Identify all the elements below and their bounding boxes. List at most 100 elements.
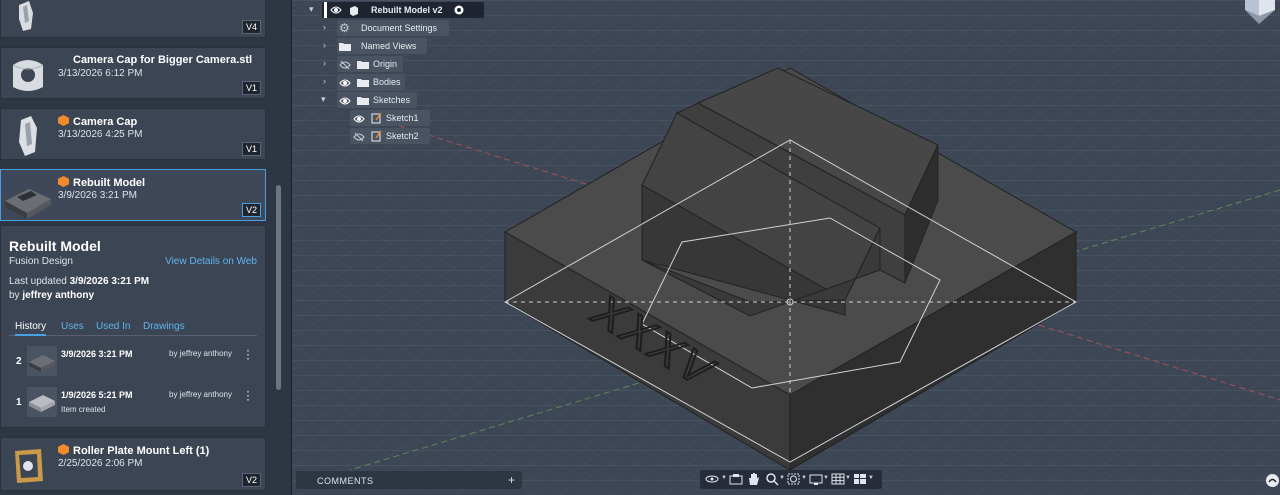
document-icon xyxy=(350,6,358,16)
tab-history[interactable]: History xyxy=(15,321,47,336)
orbit-icon[interactable] xyxy=(704,472,720,486)
history-author: by jeffrey anthony xyxy=(169,349,233,358)
file-title: Camera Cap xyxy=(58,115,137,128)
tab-drawings[interactable]: Drawings xyxy=(143,321,185,332)
history-row[interactable]: 1 1/9/2026 5:21 PM Item created by jeffr… xyxy=(9,385,257,421)
view-cube[interactable] xyxy=(1239,0,1280,28)
details-subtitle: Fusion Design xyxy=(9,256,73,267)
file-date: 3/13/2026 6:12 PM xyxy=(58,68,143,79)
design-icon xyxy=(58,115,69,126)
model-canvas: XXXV xyxy=(292,0,1280,495)
panel-scrollbar[interactable] xyxy=(276,185,281,390)
folder-icon xyxy=(357,79,369,87)
display-settings-icon[interactable] xyxy=(808,472,824,486)
history-note: Item created xyxy=(61,405,106,414)
file-title: Rebuilt Model xyxy=(58,176,145,189)
viewports-icon[interactable] xyxy=(852,472,868,486)
file-card-camera-cap-bigger[interactable]: Camera Cap for Bigger Camera.stl 3/13/20… xyxy=(0,47,266,99)
expand-caret-icon[interactable]: › xyxy=(323,58,326,68)
zoom-icon[interactable] xyxy=(764,472,780,486)
file-thumbnail xyxy=(5,189,51,219)
file-card-roller-plate[interactable]: Roller Plate Mount Left (1) 2/25/2026 2:… xyxy=(0,437,266,491)
eye-icon[interactable] xyxy=(330,5,342,15)
browser-item-label: Sketch1 xyxy=(386,113,419,123)
file-thumbnail xyxy=(15,449,43,483)
file-thumbnail xyxy=(19,1,33,31)
add-comment-button[interactable]: + xyxy=(508,473,515,487)
folder-icon xyxy=(357,61,369,69)
more-options-icon[interactable]: · · · xyxy=(245,385,251,405)
details-title: Rebuilt Model xyxy=(9,238,101,254)
file-card-top[interactable]: V4 xyxy=(0,0,266,38)
eye-icon[interactable] xyxy=(353,114,365,124)
comments-label: COMMENTS xyxy=(317,476,374,486)
sketch-icon xyxy=(371,130,382,142)
tab-uses[interactable]: Uses xyxy=(61,321,84,332)
tab-used-in[interactable]: Used In xyxy=(96,321,130,332)
file-date: 3/9/2026 3:21 PM xyxy=(58,190,137,201)
more-options-icon[interactable]: · · · xyxy=(245,344,251,364)
file-date: 3/13/2026 4:25 PM xyxy=(58,129,143,140)
view-details-link[interactable]: View Details on Web xyxy=(165,256,257,267)
grid-settings-icon[interactable] xyxy=(830,472,846,486)
version-badge[interactable]: V2 xyxy=(241,203,261,217)
eye-icon[interactable] xyxy=(339,78,351,88)
expand-caret-icon[interactable]: › xyxy=(323,22,326,32)
collapse-caret-icon[interactable]: ▾ xyxy=(321,94,326,105)
folder-icon xyxy=(339,43,351,51)
pan-hand-icon[interactable] xyxy=(746,472,762,486)
expand-caret-icon[interactable]: › xyxy=(323,40,326,50)
history-author: by jeffrey anthony xyxy=(169,390,233,399)
updated-by: by jeffrey anthony xyxy=(9,290,95,301)
browser-item-label: Origin xyxy=(373,59,398,69)
eye-icon[interactable] xyxy=(339,96,351,106)
file-date: 2/25/2026 2:06 PM xyxy=(58,458,143,469)
activate-radio-icon[interactable] xyxy=(454,5,464,15)
canvas-viewport[interactable]: XXXV ▾ Rebuilt Model v2 › ⚙ Document Set… xyxy=(292,0,1280,495)
folder-icon xyxy=(357,97,369,105)
expand-caret-icon[interactable]: › xyxy=(323,76,326,86)
version-badge[interactable]: V4 xyxy=(241,20,261,34)
look-at-icon[interactable] xyxy=(728,472,744,486)
design-icon xyxy=(58,444,69,455)
history-thumbnail xyxy=(27,346,57,376)
navigation-bar: ▼ ▼ ▼ ▼ ▼ ▼ xyxy=(700,470,882,489)
version-badge[interactable]: V1 xyxy=(241,81,261,95)
data-panel: V4 Camera Cap for Bigger Camera.stl 3/13… xyxy=(0,0,291,495)
chevron-down-icon[interactable]: ▼ xyxy=(868,475,874,481)
history-date: 1/9/2026 5:21 PM xyxy=(61,390,133,400)
version-badge[interactable]: V2 xyxy=(241,473,261,487)
chevron-down-icon[interactable]: ▼ xyxy=(779,475,785,481)
history-thumbnail xyxy=(27,387,57,417)
chevron-down-icon[interactable]: ▼ xyxy=(721,475,727,481)
browser-item-label: Document Settings xyxy=(361,23,438,33)
history-date: 3/9/2026 3:21 PM xyxy=(61,349,133,359)
file-card-camera-cap[interactable]: Camera Cap 3/13/2026 4:25 PM V1 xyxy=(0,108,266,160)
file-title: Roller Plate Mount Left (1) xyxy=(58,444,209,457)
browser-item-label: Named Views xyxy=(361,41,417,51)
active-marker xyxy=(324,2,327,18)
browser-item-label: Sketch2 xyxy=(386,131,419,141)
file-details-panel: Rebuilt Model Fusion Design View Details… xyxy=(0,225,266,428)
history-version-number: 2 xyxy=(16,356,22,367)
gear-icon: ⚙ xyxy=(339,21,350,35)
sketch-icon xyxy=(371,112,382,124)
details-tabs: History Uses Used In Drawings xyxy=(9,320,257,336)
eye-hidden-icon[interactable] xyxy=(339,60,351,70)
browser-root-label: Rebuilt Model v2 xyxy=(371,5,443,15)
fit-icon[interactable] xyxy=(786,472,802,486)
help-icon[interactable] xyxy=(1266,474,1279,487)
browser-item-label: Bodies xyxy=(373,77,401,87)
browser-item-label: Sketches xyxy=(373,95,411,105)
comments-bar[interactable]: COMMENTS + xyxy=(296,471,522,489)
chevron-down-icon[interactable]: ▼ xyxy=(823,475,829,481)
eye-hidden-icon[interactable] xyxy=(353,132,365,142)
history-row[interactable]: 2 3/9/2026 3:21 PM by jeffrey anthony · ·… xyxy=(9,344,257,380)
chevron-down-icon[interactable]: ▼ xyxy=(801,475,807,481)
last-updated: Last updated 3/9/2026 3:21 PM xyxy=(9,276,150,287)
chevron-down-icon[interactable]: ▼ xyxy=(845,475,851,481)
version-badge[interactable]: V1 xyxy=(241,142,261,156)
file-card-rebuilt-model[interactable]: Rebuilt Model 3/9/2026 3:21 PM V2 xyxy=(0,169,266,221)
collapse-caret-icon[interactable]: ▾ xyxy=(309,4,314,15)
design-icon xyxy=(58,176,69,187)
